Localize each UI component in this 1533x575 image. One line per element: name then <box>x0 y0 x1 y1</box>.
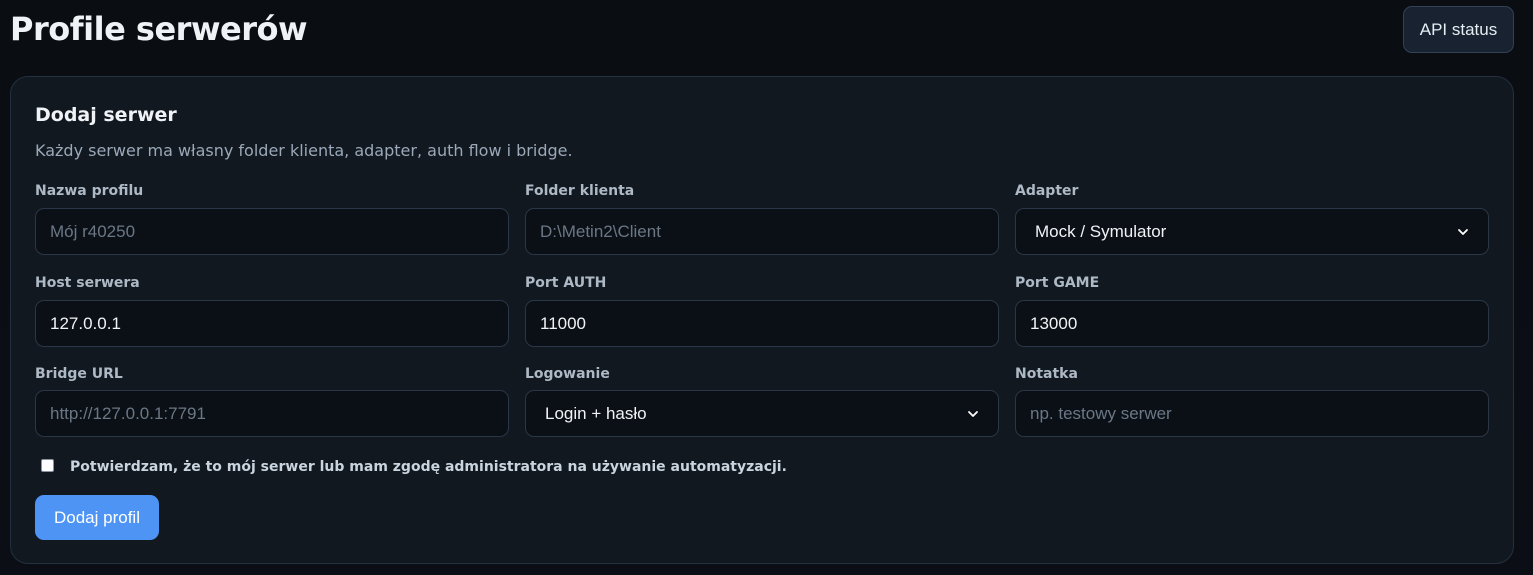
login-method-select[interactable]: Login + hasło <box>525 390 999 437</box>
consent-label: Potwierdzam, że to mój serwer lub mam zg… <box>70 459 787 475</box>
adapter-selected-value: Mock / Symulator <box>1035 221 1167 241</box>
adapter-select[interactable]: Mock / Symulator <box>1015 208 1489 255</box>
bridge-url-input[interactable] <box>35 390 509 437</box>
note-label: Notatka <box>1015 366 1078 382</box>
card-title: Dodaj serwer <box>35 104 177 126</box>
server-host-input[interactable] <box>35 300 509 347</box>
auth-port-label: Port AUTH <box>525 275 607 291</box>
client-folder-label: Folder klienta <box>525 183 635 199</box>
add-profile-button[interactable]: Dodaj profil <box>35 495 159 540</box>
game-port-input[interactable] <box>1015 300 1489 347</box>
bridge-url-label: Bridge URL <box>35 366 123 382</box>
game-port-label: Port GAME <box>1015 275 1100 291</box>
adapter-label: Adapter <box>1015 183 1079 199</box>
add-server-card: Dodaj serwer Każdy serwer ma własny fold… <box>10 76 1514 564</box>
chevron-down-icon <box>1458 228 1468 235</box>
consent-checkbox[interactable] <box>41 459 54 472</box>
note-input[interactable] <box>1015 390 1489 437</box>
api-status-button[interactable]: API status <box>1403 6 1514 53</box>
profile-name-input[interactable] <box>35 208 509 255</box>
client-folder-input[interactable] <box>525 208 999 255</box>
server-host-label: Host serwera <box>35 275 140 291</box>
auth-port-input[interactable] <box>525 300 999 347</box>
login-method-label: Logowanie <box>525 366 610 382</box>
profile-name-label: Nazwa profilu <box>35 183 144 199</box>
chevron-down-icon <box>968 410 978 417</box>
login-method-selected-value: Login + hasło <box>545 403 647 423</box>
card-subtitle: Każdy serwer ma własny folder klienta, a… <box>35 141 573 160</box>
page-title: Profile serwerów <box>10 10 308 48</box>
